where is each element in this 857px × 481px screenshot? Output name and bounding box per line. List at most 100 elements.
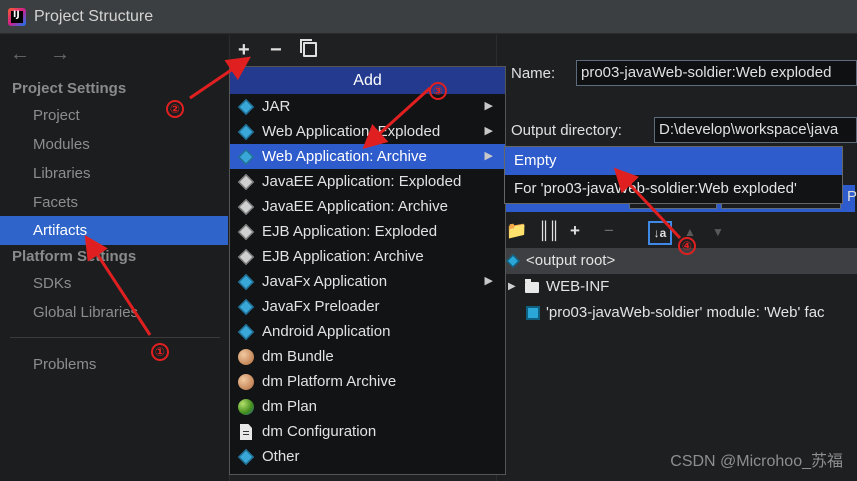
submenu-arrow-icon: ▶ [484,100,493,112]
document-icon [240,424,252,440]
menu-item-label: EJB Application: Exploded [262,223,438,240]
hidden-field-text: P [847,188,857,205]
sidebar-item-libraries[interactable]: Libraries [0,159,228,188]
bundle-icon [238,374,254,390]
menu-item-label: EJB Application: Archive [262,248,424,265]
module-label: 'pro03-javaWeb-soldier' module: 'Web' fa… [546,304,825,321]
menu-item-javafx-application[interactable]: JavaFx Application ▶ [230,269,505,294]
module-icon [526,306,540,320]
output-directory-label: Output directory: [511,122,622,139]
sidebar-item-sdks[interactable]: SDKs [0,269,228,298]
menu-item-web-application-exploded[interactable]: Web Application: Exploded ▶ [230,119,505,144]
sidebar: ← → Project Settings Project Modules Lib… [0,35,228,481]
plan-icon [238,399,254,415]
javaee-icon [237,223,255,241]
annotation-step-1: ① [151,343,169,361]
annotation-step-4: ④ [678,237,696,255]
annotation-step-2: ② [166,100,184,118]
intellij-logo-icon: IJ [8,7,26,26]
javaee-icon [237,173,255,191]
sort-icon[interactable]: ↓a [648,221,672,245]
new-folder-icon[interactable]: 📁 [506,221,527,241]
artifact-root-icon [506,254,520,268]
output-root-label: <output root> [526,252,616,269]
menu-item-label: JavaFx Application [262,273,388,290]
add-element-button[interactable]: + [570,221,580,241]
diamond-icon [237,98,255,116]
nav-arrows: ← → [10,43,70,66]
diamond-icon [237,123,255,141]
sidebar-item-project[interactable]: Project [0,101,228,130]
menu-item-label: Other [262,448,300,465]
popup-title: Add [230,67,505,94]
sidebar-item-problems[interactable]: Problems [0,350,228,379]
diamond-icon [237,273,255,291]
remove-element-button[interactable]: − [604,221,614,241]
expand-triangle-icon[interactable]: ▶ [508,274,516,300]
platform-settings-heading: Platform Settings [12,248,137,265]
layout-toolbar: 📁 ║║ + − ↓a ▲ ▼ [506,221,736,247]
menu-item-label: JAR [262,98,291,115]
annotation-step-3: ③ [429,82,447,100]
watermark: CSDN @Microhoo_苏福 [670,453,843,470]
archive-icon[interactable]: ║║ [538,221,560,241]
menu-item-android-application[interactable]: Android Application [230,319,505,344]
menu-item-label: Web Application: Exploded [262,123,441,140]
sidebar-divider [10,337,220,338]
web-inf-label: WEB-INF [546,278,610,295]
menu-item-label: dm Platform Archive [262,373,397,390]
diamond-icon [237,148,255,166]
output-directory-input[interactable]: D:\develop\workspace\java [654,117,857,143]
menu-item-label: Web Application: Archive [262,148,427,165]
submenu-item-empty[interactable]: Empty [505,147,842,175]
window-title: Project Structure [34,7,154,25]
add-popup-menu: Add JAR ▶ Web Application: Exploded ▶ Web Ap… [229,66,506,475]
tree-row-module[interactable]: 'pro03-javaWeb-soldier' module: 'Web' fa… [498,300,857,326]
menu-item-javafx-preloader[interactable]: JavaFx Preloader [230,294,505,319]
move-down-icon[interactable]: ▼ [712,225,724,239]
folder-icon [525,279,539,293]
submenu-item-for-module[interactable]: For 'pro03-javaWeb-soldier:Web exploded' [505,175,842,203]
artifact-details-panel: Name: pro03-javaWeb-soldier:Web exploded… [498,35,857,481]
menu-item-other[interactable]: Other [230,444,505,469]
diamond-icon [237,298,255,316]
sidebar-item-facets[interactable]: Facets [0,188,228,217]
tree-row-web-inf[interactable]: ▶ WEB-INF [498,274,857,300]
archive-submenu: Empty For 'pro03-javaWeb-soldier:Web exp… [504,146,843,204]
back-arrow-icon[interactable]: ← [10,43,30,66]
menu-item-ejb-application-archive[interactable]: EJB Application: Archive [230,244,505,269]
menu-item-dm-configuration[interactable]: dm Configuration [230,419,505,444]
menu-item-label: JavaEE Application: Exploded [262,173,462,190]
project-settings-heading: Project Settings [12,80,127,97]
menu-item-dm-bundle[interactable]: dm Bundle [230,344,505,369]
menu-item-label: dm Plan [262,398,318,415]
submenu-arrow-icon: ▶ [484,125,493,137]
tree-row-output-root[interactable]: <output root> [498,248,857,274]
add-button[interactable]: + [238,39,250,62]
menu-item-dm-plan[interactable]: dm Plan [230,394,505,419]
name-input[interactable]: pro03-javaWeb-soldier:Web exploded [576,60,857,86]
sidebar-item-global-libraries[interactable]: Global Libraries [0,298,228,327]
sidebar-item-artifacts[interactable]: Artifacts [0,216,228,245]
sidebar-item-modules[interactable]: Modules [0,130,228,159]
popup-items: JAR ▶ Web Application: Exploded ▶ Web Applic… [230,94,505,469]
menu-item-javaee-application-exploded[interactable]: JavaEE Application: Exploded [230,169,505,194]
javaee-icon [237,248,255,266]
remove-button[interactable]: − [270,39,282,62]
javaee-icon [237,198,255,216]
menu-item-label: dm Configuration [262,423,377,440]
submenu-arrow-icon: ▶ [484,150,493,162]
diamond-icon [237,323,255,341]
bundle-icon [238,349,254,365]
menu-item-web-application-archive[interactable]: Web Application: Archive ▶ [230,144,505,169]
name-label: Name: [511,65,556,82]
menu-item-label: JavaFx Preloader [262,298,380,315]
diamond-icon [237,448,255,466]
forward-arrow-icon[interactable]: → [50,43,70,66]
copy-icon[interactable] [300,39,317,57]
menu-item-javaee-application-archive[interactable]: JavaEE Application: Archive [230,194,505,219]
menu-item-ejb-application-exploded[interactable]: EJB Application: Exploded [230,219,505,244]
menu-item-jar[interactable]: JAR ▶ [230,94,505,119]
menu-item-dm-platform-archive[interactable]: dm Platform Archive [230,369,505,394]
menu-item-label: JavaEE Application: Archive [262,198,448,215]
